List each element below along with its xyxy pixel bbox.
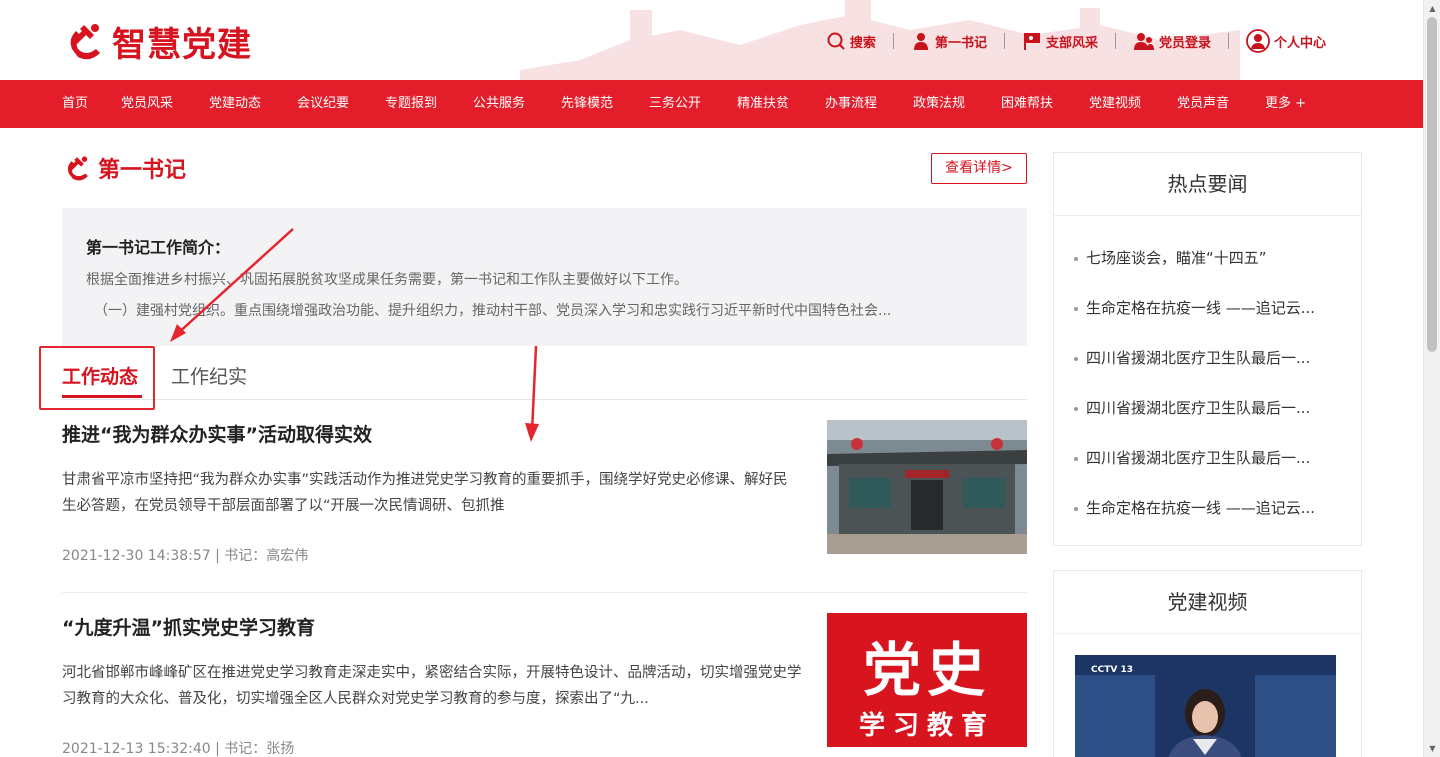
nav-item-member-voice[interactable]: 党员声音: [1177, 80, 1229, 128]
news-thumbnail[interactable]: [827, 420, 1027, 554]
nav-item-more[interactable]: 更多 +: [1265, 80, 1306, 128]
main-nav: 首页 党员风采 党建动态 会议纪要 专题报到 公共服务 先锋模范 三务公开 精准…: [0, 80, 1423, 128]
scroll-down-arrow-icon[interactable]: ▼: [1424, 740, 1440, 757]
video-thumbnail[interactable]: CCTV 13: [1075, 655, 1336, 757]
party-emblem-icon: [67, 156, 88, 181]
nav-item-special-report[interactable]: 专题报到: [385, 80, 437, 128]
users-icon: [1133, 33, 1154, 50]
hot-news-item[interactable]: 四川省援湖北医疗卫生队最后一...: [1054, 433, 1354, 483]
nav-item-hardship-aid[interactable]: 困难帮扶: [1001, 80, 1053, 128]
member-login-link[interactable]: 党员登录: [1133, 31, 1211, 51]
news-summary: 河北省邯郸市峰峰矿区在推进党史学习教育走深走实中，紧密结合实际，开展特色设计、品…: [62, 665, 802, 707]
member-login-link-label: 党员登录: [1158, 35, 1211, 51]
hot-news-item[interactable]: 生命定格在抗疫一线 ——追记云...: [1054, 283, 1354, 333]
hot-news-panel: 热点要闻 七场座谈会，瞄准“十四五” 生命定格在抗疫一线 ——追记云... 四川…: [1053, 152, 1362, 546]
scroll-up-arrow-icon[interactable]: ▲: [1424, 0, 1440, 17]
courtyard-house-image: [827, 420, 1027, 554]
first-secretary-link[interactable]: 第一书记: [911, 31, 987, 51]
nav-item-meeting-minutes[interactable]: 会议纪要: [297, 80, 349, 128]
nav-item-procedures[interactable]: 办事流程: [825, 80, 877, 128]
search-icon: [827, 32, 845, 50]
nav-item-public-service[interactable]: 公共服务: [473, 80, 525, 128]
flag-icon: [1023, 33, 1040, 50]
vertical-scrollbar[interactable]: ▲ ▼: [1423, 0, 1440, 757]
header-links: 搜索 第一书记 支部风采 党员登录 个人中心: [826, 27, 1423, 55]
intro-line-1: 根据全面推进乡村振兴、巩固拓展脱贫攻坚成果任务需要，第一书记和工作队主要做好以下…: [86, 272, 688, 288]
site-logo[interactable]: 智慧党建: [62, 18, 252, 65]
divider: [1227, 33, 1229, 49]
section-title-text: 第一书记: [98, 158, 187, 183]
news-item: 推进“我为群众办实事”活动取得实效 甘肃省平凉市坚持把“我为群众办实事”实践活动…: [62, 420, 1027, 565]
intro-box: 第一书记工作简介： 根据全面推进乡村振兴、巩固拓展脱贫攻坚成果任务需要，第一书记…: [62, 208, 1027, 346]
hot-news-title: 热点要闻: [1054, 153, 1361, 216]
annotation-highlight-box: [39, 346, 155, 410]
party-video-panel: 党建视频 CCTV 13: [1053, 570, 1362, 757]
person-icon: [913, 33, 928, 50]
nav-item-member-style[interactable]: 党员风采: [121, 80, 173, 128]
intro-line-2: （一）建强村党组织。重点围绕增强政治功能、提升组织力，推动村干部、党员深入学习和…: [94, 303, 892, 319]
view-details-button[interactable]: 查看详情>: [931, 153, 1027, 184]
first-secretary-link-label: 第一书记: [934, 35, 987, 51]
divider: [1003, 33, 1005, 49]
branch-style-link[interactable]: 支部风采: [1022, 31, 1098, 51]
user-circle-icon: [1246, 29, 1270, 53]
news-summary: 甘肃省平凉市坚持把“我为群众办实事”实践活动作为推进党史学习教育的重要抓手，围绕…: [62, 472, 788, 514]
party-video-title: 党建视频: [1054, 571, 1361, 634]
hot-news-item[interactable]: 四川省援湖北医疗卫生队最后一...: [1054, 333, 1354, 383]
news-thumbnail[interactable]: 党史 学习教育: [827, 613, 1027, 747]
party-emblem-icon: [70, 24, 100, 60]
search-link-label: 搜索: [849, 35, 876, 51]
study-education-banner-text: 学习教育: [858, 711, 995, 741]
nav-item-three-affairs[interactable]: 三务公开: [649, 80, 701, 128]
hot-news-item[interactable]: 七场座谈会，瞄准“十四五”: [1054, 233, 1354, 283]
section-title: 第一书记: [62, 152, 186, 184]
hot-news-list: 七场座谈会，瞄准“十四五” 生命定格在抗疫一线 ——追记云... 四川省援湖北医…: [1054, 216, 1361, 533]
hot-news-item[interactable]: 生命定格在抗疫一线 ——追记云...: [1054, 483, 1354, 533]
search-link[interactable]: 搜索: [826, 31, 876, 51]
branch-style-link-label: 支部风采: [1045, 35, 1098, 51]
news-divider: [62, 592, 1027, 593]
nav-item-party-news[interactable]: 党建动态: [209, 80, 261, 128]
hot-news-item[interactable]: 四川省援湖北医疗卫生队最后一...: [1054, 383, 1354, 433]
tab-work-records[interactable]: 工作纪实: [171, 362, 247, 389]
party-history-banner-text: 党史: [862, 636, 991, 704]
nav-item-policies[interactable]: 政策法规: [913, 80, 965, 128]
top-header: 智慧党建 搜索 第一书记 支部风采 党员登录 个人中心: [0, 0, 1423, 80]
intro-title: 第一书记工作简介：: [86, 238, 231, 257]
content-tabs: 工作动态 工作纪实: [62, 350, 1027, 400]
nav-item-home[interactable]: 首页: [62, 80, 88, 128]
news-item: “九度升温”抓实党史学习教育 河北省邯郸市峰峰矿区在推进党史学习教育走深走实中，…: [62, 613, 1027, 757]
personal-center-link-label: 个人中心: [1273, 35, 1326, 51]
divider: [1114, 33, 1116, 49]
nav-item-pioneer-model[interactable]: 先锋模范: [561, 80, 613, 128]
nav-item-party-video[interactable]: 党建视频: [1089, 80, 1141, 128]
nav-item-poverty-relief[interactable]: 精准扶贫: [737, 80, 789, 128]
scroll-thumb[interactable]: [1427, 17, 1437, 352]
logo-text: 智慧党建: [112, 24, 252, 65]
divider: [892, 33, 894, 49]
cctv-channel-logo: CCTV 13: [1091, 665, 1133, 675]
personal-center-link[interactable]: 个人中心: [1246, 29, 1326, 53]
